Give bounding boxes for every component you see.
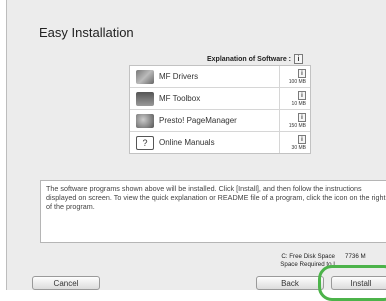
- software-size: 30 MB: [291, 144, 306, 151]
- software-row-mf-toolbox: MF Toolbox i 10 MB: [130, 88, 310, 110]
- free-disk-label: C: Free Disk Space: [281, 253, 335, 260]
- description-box: The software programs shown above will b…: [40, 180, 386, 243]
- printer-driver-icon: [136, 69, 154, 84]
- cancel-button[interactable]: Cancel: [32, 276, 100, 290]
- info-icon[interactable]: i: [298, 112, 306, 122]
- software-row-presto: Presto! PageManager i 150 MB: [130, 110, 310, 132]
- software-name: Presto! PageManager: [159, 116, 237, 125]
- software-name-cell: ? Online Manuals: [130, 132, 280, 153]
- page-manager-icon: [136, 113, 154, 128]
- info-icon[interactable]: i: [298, 134, 306, 144]
- software-name-cell: Presto! PageManager: [130, 110, 280, 131]
- software-name: MF Toolbox: [159, 94, 201, 103]
- toolbox-icon: [136, 91, 154, 106]
- software-name: MF Drivers: [159, 72, 199, 81]
- software-name: Online Manuals: [159, 138, 215, 147]
- back-button[interactable]: Back: [256, 276, 324, 290]
- software-size-cell: i 150 MB: [280, 110, 310, 131]
- page-title: Easy Installation: [39, 25, 134, 40]
- software-size-cell: i 30 MB: [280, 132, 310, 153]
- free-disk-value: 7736 M: [345, 253, 366, 260]
- explanation-header: Explanation of Software : i: [207, 54, 304, 64]
- installer-panel: Easy Installation Explanation of Softwar…: [6, 0, 386, 290]
- info-icon[interactable]: i: [298, 90, 306, 100]
- software-size: 100 MB: [288, 78, 306, 85]
- software-table: MF Drivers i 100 MB MF Toolbox i 10 MB P…: [129, 65, 311, 154]
- software-row-mf-drivers: MF Drivers i 100 MB: [130, 66, 310, 88]
- install-highlight-ring: [318, 265, 386, 301]
- software-size: 10 MB: [291, 100, 306, 107]
- software-name-cell: MF Drivers: [130, 66, 280, 87]
- info-icon[interactable]: i: [298, 68, 306, 78]
- software-name-cell: MF Toolbox: [130, 88, 280, 109]
- software-size: 150 MB: [288, 122, 306, 129]
- manual-icon: ?: [136, 135, 154, 150]
- explanation-label: Explanation of Software :: [207, 55, 292, 63]
- info-icon[interactable]: i: [294, 54, 304, 64]
- software-row-online-manuals: ? Online Manuals i 30 MB: [130, 132, 310, 153]
- software-size-cell: i 100 MB: [280, 66, 310, 87]
- software-size-cell: i 10 MB: [280, 88, 310, 109]
